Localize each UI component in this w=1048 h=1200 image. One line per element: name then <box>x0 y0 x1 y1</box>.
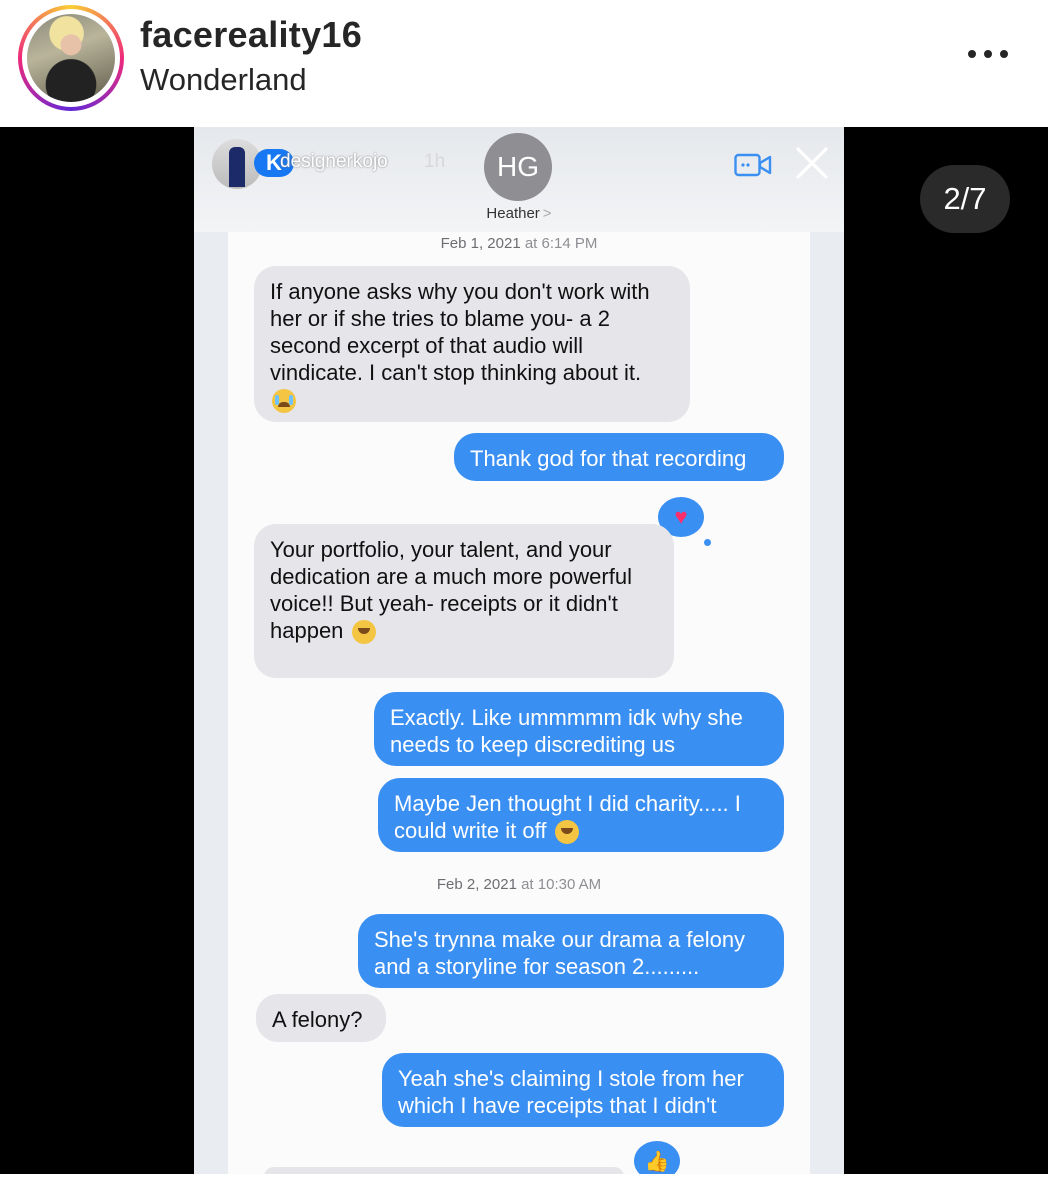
story-time: 1h <box>424 151 446 172</box>
post-username[interactable]: facereality16 <box>140 14 362 56</box>
received-message: Your portfolio, your talent, and your de… <box>254 524 674 678</box>
crying-face-icon <box>272 389 296 414</box>
close-icon <box>796 147 828 179</box>
video-camera-icon <box>734 153 772 177</box>
more-options-button[interactable] <box>962 36 1014 72</box>
sent-message: Yeah she's claiming I stole from her whi… <box>382 1053 784 1127</box>
thumbs-up-tapback-icon: 👍 <box>634 1141 680 1174</box>
avatar-photo <box>27 14 115 102</box>
sent-message: Exactly. Like ummmmm idk why she needs t… <box>374 692 784 766</box>
profile-avatar[interactable] <box>18 5 124 111</box>
contact-avatar: HG <box>484 133 552 201</box>
message-timestamp: Feb 1, 2021 at 6:14 PM <box>440 235 598 252</box>
post-header: facereality16 Wonderland <box>0 0 1048 127</box>
post-media[interactable]: K designerkojo 1h HG Heather > Feb 1, 202… <box>0 127 1048 1174</box>
more-horizontal-icon <box>968 50 976 58</box>
contact-name: Heather > <box>486 205 552 222</box>
laughing-face-icon <box>351 620 376 645</box>
screenshot-image: K designerkojo 1h HG Heather > Feb 1, 202… <box>194 127 844 1174</box>
sent-message: Maybe Jen thought I did charity..... I c… <box>378 778 784 852</box>
post-location[interactable]: Wonderland <box>140 62 307 98</box>
received-message: A felony? <box>256 994 386 1042</box>
sent-message: She's trynna make our drama a felony and… <box>358 914 784 988</box>
received-message: If anyone asks why you don't work with h… <box>254 266 690 422</box>
message-timestamp: Feb 2, 2021 at 10:30 AM <box>436 876 602 893</box>
sent-message: Thank god for that recording <box>454 433 784 481</box>
story-username: designerkojo <box>280 151 388 172</box>
partial-message <box>264 1167 624 1174</box>
carousel-counter: 2/7 <box>920 165 1010 233</box>
laughing-face-icon <box>554 820 579 845</box>
